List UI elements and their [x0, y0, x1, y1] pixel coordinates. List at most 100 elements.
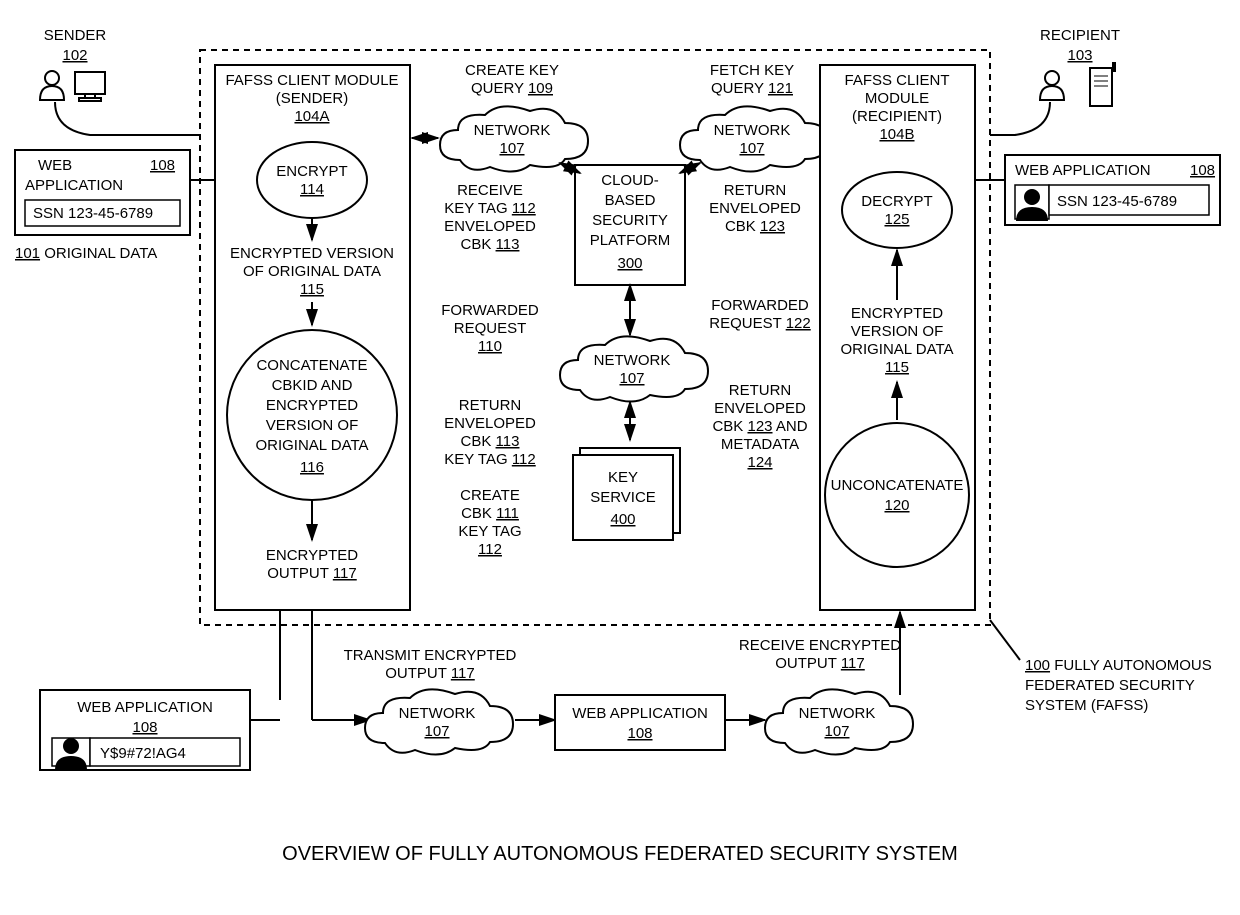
svg-text:104B: 104B: [879, 126, 914, 143]
diagram-canvas: SENDER 102 WEB 108 APPLICATION SSN 123-4…: [0, 0, 1240, 915]
svg-text:VERSION OF: VERSION OF: [266, 417, 359, 434]
svg-text:107: 107: [499, 140, 524, 157]
create-key-label: CREATE KEY: [465, 62, 559, 79]
svg-text:115: 115: [300, 281, 324, 298]
svg-text:ENCRYPTED: ENCRYPTED: [266, 547, 358, 564]
svg-text:101 ORIGINAL DATA: 101 ORIGINAL DATA: [15, 245, 157, 262]
svg-text:ENVELOPED: ENVELOPED: [714, 400, 806, 417]
web-application-sender: WEB 108 APPLICATION SSN 123-45-6789: [15, 150, 190, 235]
svg-text:CBK 123: CBK 123: [725, 218, 785, 235]
svg-text:UNCONCATENATE: UNCONCATENATE: [831, 477, 964, 494]
sender-ref: 102: [62, 47, 87, 64]
svg-text:114: 114: [300, 181, 324, 198]
svg-text:NETWORK: NETWORK: [474, 122, 551, 139]
svg-text:QUERY 109: QUERY 109: [471, 80, 553, 97]
web-application-middle: WEB APPLICATION 108: [555, 695, 725, 750]
svg-text:120: 120: [884, 497, 909, 514]
cipher-value: Y$9#72!AG4: [100, 745, 186, 762]
svg-text:108: 108: [627, 725, 652, 742]
svg-text:BASED: BASED: [605, 192, 656, 209]
sender-label: SENDER: [44, 27, 107, 44]
svg-text:FORWARDED: FORWARDED: [441, 302, 539, 319]
svg-text:KEY TAG 112: KEY TAG 112: [444, 451, 535, 468]
svg-text:ORIGINAL DATA: ORIGINAL DATA: [255, 437, 368, 454]
key-service: KEY SERVICE 400: [573, 448, 680, 540]
svg-text:RETURN: RETURN: [724, 182, 787, 199]
web-application-recipient: WEB APPLICATION 108 SSN 123-45-6789: [1005, 155, 1220, 225]
svg-text:PLATFORM: PLATFORM: [590, 232, 671, 249]
svg-text:ORIGINAL DATA: ORIGINAL DATA: [840, 341, 953, 358]
svg-text:116: 116: [300, 459, 324, 476]
sender-person-icon: [40, 71, 64, 100]
svg-text:400: 400: [610, 511, 635, 528]
svg-text:WEB: WEB: [38, 157, 72, 174]
svg-text:APPLICATION: APPLICATION: [25, 177, 123, 194]
svg-text:TRANSMIT ENCRYPTED: TRANSMIT ENCRYPTED: [344, 647, 517, 664]
recipient-module: FAFSS CLIENT MODULE (RECIPIENT) 104B DEC…: [820, 65, 975, 610]
svg-text:ENVELOPED: ENVELOPED: [444, 218, 536, 235]
svg-text:ENCRYPT: ENCRYPT: [276, 163, 347, 180]
svg-text:RETURN: RETURN: [729, 382, 792, 399]
svg-text:110: 110: [478, 338, 502, 355]
svg-text:NETWORK: NETWORK: [714, 122, 791, 139]
svg-text:CREATE: CREATE: [460, 487, 520, 504]
svg-text:104A: 104A: [294, 108, 329, 125]
svg-text:107: 107: [824, 723, 849, 740]
svg-text:100 FULLY AUTONOMOUS: 100 FULLY AUTONOMOUS: [1025, 657, 1212, 674]
svg-text:OUTPUT 117: OUTPUT 117: [385, 665, 475, 682]
svg-text:ENCRYPTED: ENCRYPTED: [851, 305, 943, 322]
svg-text:ENVELOPED: ENVELOPED: [709, 200, 801, 217]
svg-text:RECEIVE: RECEIVE: [457, 182, 523, 199]
svg-text:VERSION OF: VERSION OF: [851, 323, 944, 340]
svg-text:NETWORK: NETWORK: [799, 705, 876, 722]
svg-text:OUTPUT 117: OUTPUT 117: [267, 565, 357, 582]
sender-monitor-icon: [75, 72, 105, 101]
svg-text:WEB APPLICATION: WEB APPLICATION: [77, 699, 213, 716]
original-data-ref: 101: [15, 245, 40, 262]
svg-text:RETURN: RETURN: [459, 397, 522, 414]
network-cloud-bottom-right: NETWORK 107: [765, 689, 913, 754]
svg-text:SECURITY: SECURITY: [592, 212, 668, 229]
svg-text:NETWORK: NETWORK: [399, 705, 476, 722]
svg-text:108: 108: [1190, 162, 1215, 179]
recipient-label: RECIPIENT: [1040, 27, 1120, 44]
svg-text:SYSTEM (FAFSS): SYSTEM (FAFSS): [1025, 697, 1148, 714]
svg-text:(SENDER): (SENDER): [276, 90, 349, 107]
sender-module: FAFSS CLIENT MODULE (SENDER) 104A ENCRYP…: [215, 65, 410, 610]
network-cloud-bottom-left: NETWORK 107: [365, 689, 513, 754]
svg-text:300: 300: [617, 255, 642, 272]
svg-text:REQUEST: REQUEST: [454, 320, 527, 337]
svg-text:NETWORK: NETWORK: [594, 352, 671, 369]
svg-text:107: 107: [424, 723, 449, 740]
svg-text:MODULE: MODULE: [865, 90, 929, 107]
diagram-title: OVERVIEW OF FULLY AUTONOMOUS FEDERATED S…: [282, 843, 958, 865]
recipient-phone-icon: [1090, 62, 1116, 106]
svg-text:REQUEST 122: REQUEST 122: [709, 315, 810, 332]
svg-text:ENVELOPED: ENVELOPED: [444, 415, 536, 432]
svg-text:FAFSS CLIENT: FAFSS CLIENT: [844, 72, 949, 89]
svg-text:108: 108: [150, 157, 175, 174]
svg-text:125: 125: [884, 211, 909, 228]
svg-text:CBK 111: CBK 111: [461, 505, 519, 522]
svg-text:115: 115: [885, 359, 909, 376]
cloud-platform: CLOUD- BASED SECURITY PLATFORM 300: [575, 165, 685, 285]
fetch-key-label: FETCH KEY: [710, 62, 794, 79]
svg-text:CBK 113: CBK 113: [461, 236, 520, 253]
svg-text:FAFSS CLIENT MODULE: FAFSS CLIENT MODULE: [225, 72, 398, 89]
web-application-cipher: WEB APPLICATION 108 Y$9#72!AG4: [40, 690, 250, 770]
svg-text:CBK 113: CBK 113: [461, 433, 520, 450]
svg-text:FORWARDED: FORWARDED: [711, 297, 809, 314]
svg-text:WEB APPLICATION: WEB APPLICATION: [1015, 162, 1151, 179]
svg-text:KEY: KEY: [608, 469, 638, 486]
sender-connector: [55, 102, 200, 135]
svg-text:RECEIVE ENCRYPTED: RECEIVE ENCRYPTED: [739, 637, 901, 654]
svg-text:ENCRYPTED: ENCRYPTED: [266, 397, 358, 414]
recipient-person-icon: [1040, 71, 1064, 100]
svg-text:WEB APPLICATION: WEB APPLICATION: [572, 705, 708, 722]
svg-text:OUTPUT 117: OUTPUT 117: [775, 655, 865, 672]
decrypt-node: [842, 172, 952, 248]
svg-text:107: 107: [619, 370, 644, 387]
svg-text:QUERY 121: QUERY 121: [711, 80, 793, 97]
ssn-value-left: SSN 123-45-6789: [33, 205, 153, 222]
ssn-value-right: SSN 123-45-6789: [1057, 193, 1177, 210]
